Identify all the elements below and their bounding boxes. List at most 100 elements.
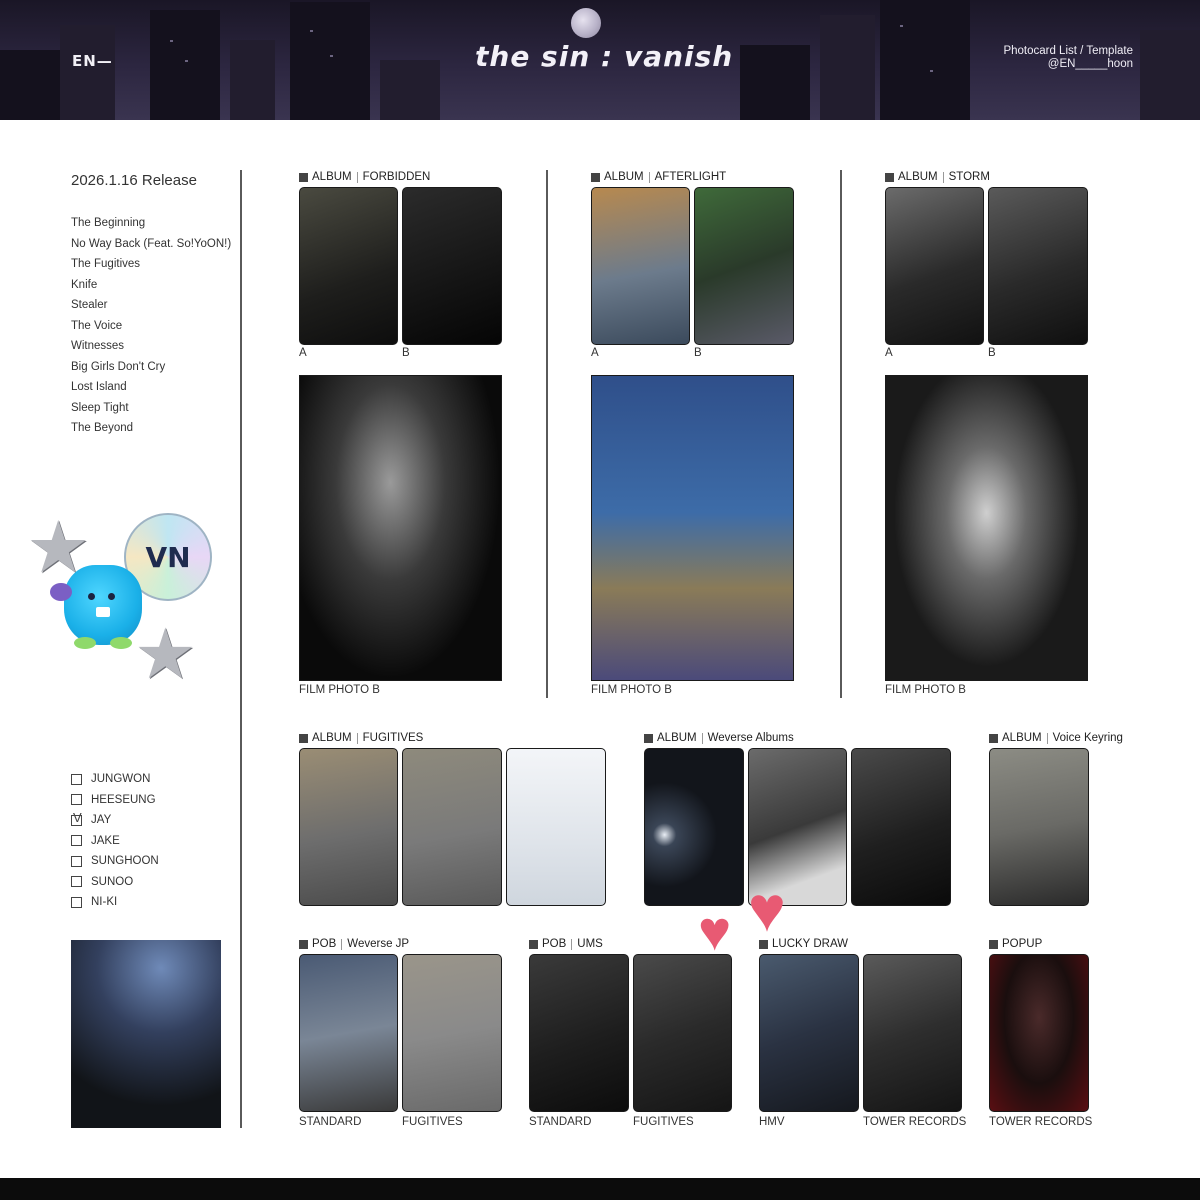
track-item: Knife bbox=[71, 278, 98, 291]
checkbox[interactable] bbox=[71, 876, 82, 888]
section-title-afterlight: ALBUM AFTERLIGHT bbox=[591, 171, 726, 183]
section-title-popup: POPUP bbox=[989, 938, 1042, 950]
photocard[interactable] bbox=[633, 954, 732, 1112]
subtitle: Photocard List / Template bbox=[1003, 45, 1133, 57]
city-building bbox=[60, 25, 115, 120]
photocard[interactable] bbox=[402, 748, 502, 906]
plush-toy-icon bbox=[50, 565, 142, 649]
member-item[interactable]: HEESEUNG bbox=[71, 790, 159, 811]
photocard[interactable] bbox=[402, 954, 502, 1112]
photocard[interactable] bbox=[299, 748, 398, 906]
group-logo: EN— bbox=[72, 52, 113, 70]
photocard[interactable] bbox=[644, 748, 744, 906]
credit: @EN_____hoon bbox=[1047, 58, 1133, 70]
city-building bbox=[0, 50, 60, 120]
check-icon: V bbox=[73, 809, 82, 825]
photocard[interactable] bbox=[989, 748, 1089, 906]
film-label: FILM PHOTO B bbox=[299, 684, 380, 696]
photocard[interactable] bbox=[863, 954, 962, 1112]
member-item[interactable]: SUNOO bbox=[71, 872, 159, 893]
photocard[interactable] bbox=[591, 187, 690, 345]
photocard[interactable] bbox=[885, 187, 984, 345]
tracklist: The Beginning No Way Back (Feat. So!YoON… bbox=[71, 216, 231, 442]
track-item: Witnesses bbox=[71, 340, 125, 352]
section-title-forbidden: ALBUM FORBIDDEN bbox=[299, 171, 430, 183]
city-building bbox=[290, 2, 370, 120]
checkbox[interactable] bbox=[71, 896, 82, 908]
photocard[interactable] bbox=[529, 954, 629, 1112]
card-label: B bbox=[694, 347, 702, 359]
track-item: No Way Back (Feat. So!YoON!) bbox=[71, 237, 232, 250]
photocard[interactable] bbox=[851, 748, 951, 906]
city-building bbox=[150, 10, 220, 120]
film-photo[interactable] bbox=[591, 375, 794, 681]
film-label: FILM PHOTO B bbox=[591, 684, 672, 696]
release-date: 2026.1.16 Release bbox=[71, 172, 197, 189]
bottom-bar bbox=[0, 1178, 1200, 1200]
photocard-id-card[interactable] bbox=[506, 748, 606, 906]
track-item: Big Girls Don't Cry bbox=[71, 360, 166, 373]
photocard[interactable] bbox=[299, 954, 398, 1112]
city-building bbox=[230, 40, 275, 120]
section-title-pob-weverse-jp: POB Weverse JP bbox=[299, 938, 409, 950]
checkbox[interactable] bbox=[71, 835, 82, 847]
photocard[interactable] bbox=[759, 954, 859, 1112]
member-item[interactable]: JAKE bbox=[71, 831, 159, 852]
section-title-pob-ums: POB UMS bbox=[529, 938, 603, 950]
photocard[interactable] bbox=[694, 187, 794, 345]
checkbox[interactable] bbox=[71, 773, 82, 785]
heart-icon: ♥ bbox=[748, 873, 786, 945]
checkbox[interactable] bbox=[71, 794, 82, 806]
card-label: TOWER RECORDS bbox=[863, 1116, 967, 1128]
card-label: TOWER RECORDS bbox=[989, 1116, 1093, 1128]
heart-icon: ♥ bbox=[698, 899, 732, 962]
photocard[interactable] bbox=[299, 187, 398, 345]
track-item: The Beyond bbox=[71, 422, 134, 434]
card-label: FUGITIVES bbox=[633, 1116, 694, 1128]
section-title-weverse-albums: ALBUM Weverse Albums bbox=[644, 732, 794, 744]
member-item[interactable]: JUNGWON bbox=[71, 769, 159, 790]
city-building bbox=[820, 15, 875, 120]
film-label: FILM PHOTO B bbox=[885, 684, 966, 696]
track-item: Sleep Tight bbox=[71, 401, 129, 414]
section-title-fugitives: ALBUM FUGITIVES bbox=[299, 732, 423, 744]
header-banner: EN— the sin : vanish Photocard List / Te… bbox=[0, 0, 1200, 120]
city-building bbox=[380, 60, 440, 120]
photocard[interactable] bbox=[988, 187, 1088, 345]
section-title-storm: ALBUM STORM bbox=[885, 171, 990, 183]
card-label: A bbox=[299, 347, 307, 359]
member-checklist: JUNGWON HEESEUNG V JAY JAKE SUNGHOON SUNO… bbox=[71, 769, 159, 913]
divider bbox=[240, 170, 242, 1128]
city-building bbox=[880, 0, 970, 120]
card-label: B bbox=[988, 347, 996, 359]
checkbox-checked[interactable]: V bbox=[71, 810, 82, 826]
moon-icon bbox=[571, 8, 601, 38]
member-item[interactable]: NI-KI bbox=[71, 892, 159, 913]
track-item: The Beginning bbox=[71, 217, 146, 229]
header-caption: Photocard List / Template @EN_____hoon bbox=[1003, 45, 1133, 71]
track-item: Stealer bbox=[71, 299, 108, 311]
track-item: The Voice bbox=[71, 319, 123, 332]
sticker-cluster: ★ ★ VN bbox=[26, 505, 216, 693]
member-item[interactable]: SUNGHOON bbox=[71, 851, 159, 872]
card-label: STANDARD bbox=[299, 1116, 362, 1128]
card-label: A bbox=[885, 347, 893, 359]
card-label: A bbox=[591, 347, 599, 359]
city-building bbox=[1140, 30, 1200, 120]
member-item[interactable]: V JAY bbox=[71, 810, 159, 831]
divider bbox=[546, 170, 548, 698]
film-photo[interactable] bbox=[299, 375, 502, 681]
divider bbox=[840, 170, 842, 698]
film-photo[interactable] bbox=[885, 375, 1088, 681]
seal-text: VN bbox=[145, 540, 191, 574]
card-label: B bbox=[402, 347, 410, 359]
photocard[interactable] bbox=[402, 187, 502, 345]
member-portrait bbox=[71, 940, 221, 1128]
photocard[interactable] bbox=[989, 954, 1089, 1112]
card-label: HMV bbox=[759, 1116, 785, 1128]
card-label: FUGITIVES bbox=[402, 1116, 463, 1128]
section-title-voice-keyring: ALBUM Voice Keyring bbox=[989, 732, 1123, 744]
checkbox[interactable] bbox=[71, 855, 82, 867]
track-item: The Fugitives bbox=[71, 258, 141, 270]
track-item: Lost Island bbox=[71, 381, 127, 393]
